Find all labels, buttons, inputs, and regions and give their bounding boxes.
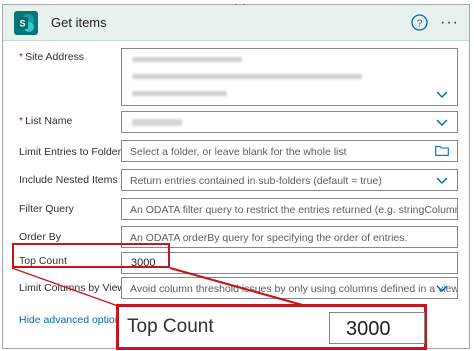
filter-query-input[interactable]: An ODATA filter query to restrict the en… xyxy=(121,198,458,220)
order-by-input[interactable]: An ODATA orderBy query for specifying th… xyxy=(121,226,458,248)
chevron-down-icon[interactable] xyxy=(436,91,448,99)
action-header[interactable]: S Get items ? ··· xyxy=(3,5,469,41)
list-name-value-blurred xyxy=(132,119,182,126)
include-nested-placeholder: Return entries contained in sub-folders … xyxy=(130,175,382,187)
order-by-placeholder: An ODATA orderBy query for specifying th… xyxy=(130,232,408,244)
filter-query-label: Filter Query xyxy=(19,203,74,215)
folder-icon[interactable] xyxy=(435,145,449,156)
more-options-icon[interactable]: ··· xyxy=(440,15,459,31)
sharepoint-logo-icon: S xyxy=(14,11,38,35)
limit-entries-input[interactable]: Select a folder, or leave blank for the … xyxy=(121,140,458,162)
zoom-top-count-input: 3000 xyxy=(329,312,425,344)
top-count-input[interactable]: 3000 xyxy=(121,252,458,274)
svg-text:?: ? xyxy=(417,19,423,30)
svg-text:S: S xyxy=(19,19,25,29)
limit-columns-label: Limit Columns by View xyxy=(19,282,126,294)
site-address-value-blurred xyxy=(132,74,362,79)
zoom-top-count-label: Top Count xyxy=(127,316,214,337)
order-by-label: Order By xyxy=(19,231,62,243)
filter-query-placeholder: An ODATA filter query to restrict the en… xyxy=(130,204,458,216)
hide-advanced-options-link[interactable]: Hide advanced options xyxy=(19,314,126,326)
help-icon[interactable]: ? xyxy=(411,14,428,31)
chevron-down-icon[interactable] xyxy=(436,285,448,293)
site-address-value-blurred xyxy=(132,57,242,62)
include-nested-dropdown[interactable]: Return entries contained in sub-folders … xyxy=(121,169,458,191)
get-items-card: S Get items ? ··· * Site Address * List Na… xyxy=(2,4,470,349)
site-address-label: * Site Address xyxy=(19,51,85,63)
include-nested-label: Include Nested Items xyxy=(19,174,118,186)
top-count-highlight xyxy=(12,243,170,268)
list-name-label: * List Name xyxy=(19,115,73,127)
limit-columns-dropdown[interactable]: Avoid column threshold issues by only us… xyxy=(121,277,458,299)
site-address-dropdown[interactable] xyxy=(121,48,458,106)
site-address-value-blurred xyxy=(132,91,227,96)
top-count-zoom-callout: Top Count 3000 xyxy=(116,304,427,350)
action-title: Get items xyxy=(51,15,107,30)
chevron-down-icon[interactable] xyxy=(436,119,448,127)
limit-entries-placeholder: Select a folder, or leave blank for the … xyxy=(130,146,347,158)
list-name-dropdown[interactable] xyxy=(121,111,458,133)
chevron-down-icon[interactable] xyxy=(436,177,448,185)
limit-columns-placeholder: Avoid column threshold issues by only us… xyxy=(130,283,458,295)
limit-entries-label: Limit Entries to Folder xyxy=(19,146,122,158)
zoom-top-count-value: 3000 xyxy=(346,318,391,340)
